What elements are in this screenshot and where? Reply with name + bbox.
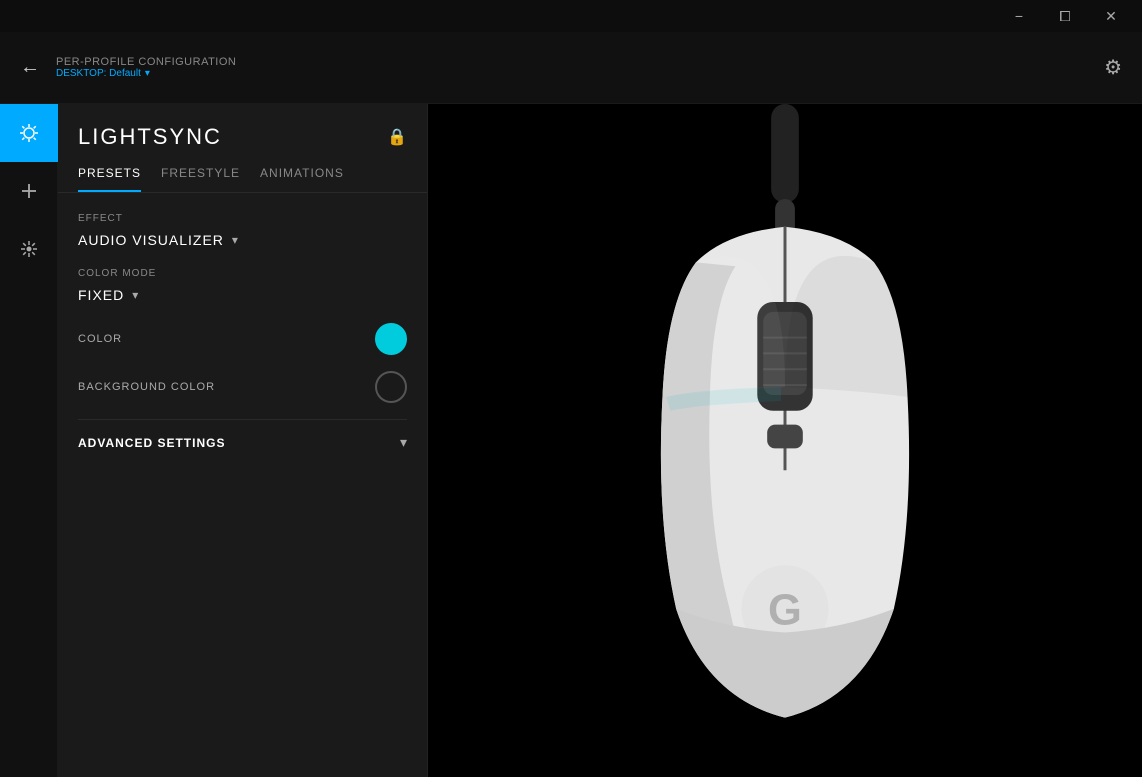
- back-button[interactable]: ←: [20, 56, 40, 79]
- sidebar-item-dpi[interactable]: [0, 220, 58, 278]
- background-color-row: BACKGROUND COLOR: [78, 371, 407, 403]
- color-mode-value: FIXED: [78, 287, 124, 303]
- background-color-picker[interactable]: [375, 371, 407, 403]
- profile-name: DESKTOP: Default: [56, 68, 141, 79]
- color-mode-arrow-icon: ▾: [132, 288, 139, 302]
- preview-area: G: [428, 104, 1142, 777]
- dpi-icon: [19, 239, 39, 259]
- restore-button[interactable]: ⧠: [1042, 0, 1088, 32]
- color-mode-group: COLOR MODE FIXED ▾: [78, 268, 407, 303]
- close-button[interactable]: ✕: [1088, 0, 1134, 32]
- add-icon: [19, 181, 39, 201]
- tab-animations[interactable]: ANIMATIONS: [260, 166, 344, 192]
- effect-dropdown[interactable]: AUDIO VISUALIZER ▾: [78, 232, 239, 248]
- advanced-settings-row[interactable]: ADVANCED SETTINGS ▾: [78, 419, 407, 465]
- panel-content: EFFECT AUDIO VISUALIZER ▾ COLOR MODE FIX…: [58, 193, 427, 485]
- settings-button[interactable]: ⚙: [1104, 55, 1122, 80]
- effect-value: AUDIO VISUALIZER: [78, 232, 224, 248]
- per-profile-label: PER-PROFILE CONFIGURATION: [56, 56, 236, 68]
- main-layout: LIGHTSYNC 🔒 PRESETS FREESTYLE ANIMATIONS…: [0, 104, 1142, 777]
- color-picker[interactable]: [375, 323, 407, 355]
- color-mode-label: COLOR MODE: [78, 268, 407, 279]
- title-bar: − ⧠ ✕: [0, 0, 1142, 32]
- header-left: ← PER-PROFILE CONFIGURATION DESKTOP: Def…: [20, 56, 236, 79]
- sidebar-item-add[interactable]: [0, 162, 58, 220]
- sidebar-item-lightsync[interactable]: [0, 104, 58, 162]
- panel-title: LIGHTSYNC: [78, 124, 222, 150]
- color-mode-dropdown[interactable]: FIXED ▾: [78, 287, 139, 303]
- effect-group: EFFECT AUDIO VISUALIZER ▾: [78, 213, 407, 248]
- svg-text:G: G: [768, 587, 802, 635]
- advanced-chevron-icon: ▾: [400, 434, 407, 451]
- effect-label: EFFECT: [78, 213, 407, 224]
- icon-sidebar: [0, 104, 58, 777]
- color-label: COLOR: [78, 333, 122, 345]
- profile-dropdown[interactable]: DESKTOP: Default ▾: [56, 68, 236, 79]
- color-row: COLOR: [78, 323, 407, 355]
- header: ← PER-PROFILE CONFIGURATION DESKTOP: Def…: [0, 32, 1142, 104]
- advanced-label: ADVANCED SETTINGS: [78, 436, 225, 450]
- app-container: ← PER-PROFILE CONFIGURATION DESKTOP: Def…: [0, 32, 1142, 777]
- background-color-label: BACKGROUND COLOR: [78, 381, 215, 393]
- tab-presets[interactable]: PRESETS: [78, 166, 141, 192]
- tab-freestyle[interactable]: FREESTYLE: [161, 166, 240, 192]
- effect-arrow-icon: ▾: [232, 233, 239, 247]
- profile-arrow-icon: ▾: [145, 68, 150, 79]
- lightsync-icon: [18, 122, 40, 144]
- lock-icon: 🔒: [387, 127, 407, 147]
- panel: LIGHTSYNC 🔒 PRESETS FREESTYLE ANIMATIONS…: [58, 104, 428, 777]
- panel-header: LIGHTSYNC 🔒: [58, 104, 427, 150]
- minimize-button[interactable]: −: [996, 0, 1042, 32]
- mouse-preview: G: [428, 104, 1142, 777]
- header-info: PER-PROFILE CONFIGURATION DESKTOP: Defau…: [56, 56, 236, 79]
- tabs-container: PRESETS FREESTYLE ANIMATIONS: [58, 150, 427, 193]
